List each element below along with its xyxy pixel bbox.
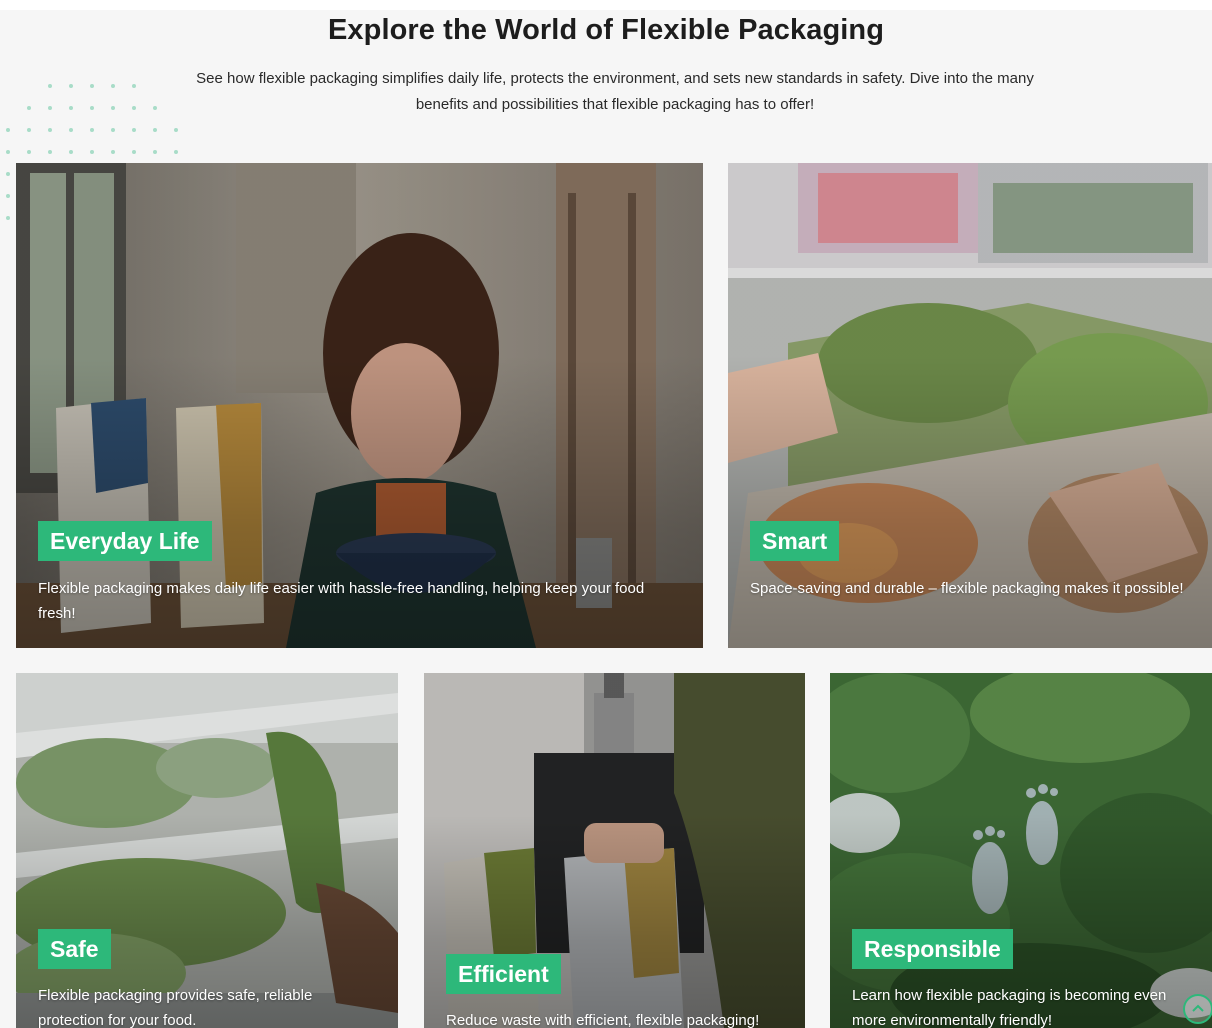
decorative-dot <box>132 150 136 154</box>
decorative-dot <box>48 128 52 132</box>
decorative-dot <box>6 172 10 176</box>
decorative-dot <box>6 150 10 154</box>
decorative-dot <box>6 194 10 198</box>
decorative-dot <box>90 106 94 110</box>
card-efficient[interactable]: Efficient Reduce waste with efficient, f… <box>424 673 805 1028</box>
decorative-dot <box>153 128 157 132</box>
decorative-dot <box>48 106 52 110</box>
decorative-dot <box>132 106 136 110</box>
decorative-dot <box>6 216 10 220</box>
card-description: Flexible packaging makes daily life easi… <box>38 580 645 622</box>
card-description: Learn how flexible packaging is becoming… <box>852 987 1167 1028</box>
card-everyday-life[interactable]: Everyday Life Flexible packaging makes d… <box>16 163 703 648</box>
decorative-dot <box>27 128 31 132</box>
decorative-dot <box>90 84 94 88</box>
decorative-dot <box>111 106 115 110</box>
decorative-dot <box>69 84 73 88</box>
section-title: Explore the World of Flexible Packaging <box>327 14 885 46</box>
decorative-dot <box>48 84 52 88</box>
card-smart[interactable]: Smart Space-saving and durable – flexibl… <box>728 163 1212 648</box>
card-title: Smart <box>750 521 840 561</box>
card-description: Flexible packaging provides safe, reliab… <box>38 987 313 1028</box>
card-description: Reduce waste with efficient, flexible pa… <box>446 1012 760 1028</box>
chevron-up-icon <box>1192 1004 1204 1012</box>
decorative-dot <box>69 150 73 154</box>
decorative-dot <box>111 150 115 154</box>
decorative-dot <box>90 150 94 154</box>
decorative-dot <box>153 106 157 110</box>
decorative-dot <box>6 128 10 132</box>
decorative-dot <box>111 84 115 88</box>
card-title: Responsible <box>852 929 1013 969</box>
card-title: Efficient <box>446 954 561 994</box>
decorative-dot <box>174 150 178 154</box>
decorative-dot <box>132 84 136 88</box>
decorative-dot <box>48 150 52 154</box>
decorative-dot <box>69 128 73 132</box>
decorative-dot <box>153 150 157 154</box>
section-subtitle: See how flexible packaging simplifies da… <box>196 70 1034 113</box>
decorative-dot <box>27 106 31 110</box>
decorative-dot <box>174 128 178 132</box>
decorative-dot <box>69 106 73 110</box>
card-safe[interactable]: Safe Flexible packaging provides safe, r… <box>16 673 398 1028</box>
decorative-dot <box>111 128 115 132</box>
card-description: Space-saving and durable – flexible pack… <box>750 580 1184 597</box>
top-strip <box>0 0 1212 10</box>
decorative-dot <box>132 128 136 132</box>
decorative-dot <box>90 128 94 132</box>
card-responsible[interactable]: Responsible Learn how flexible packaging… <box>830 673 1212 1028</box>
decorative-dot <box>27 150 31 154</box>
card-title: Safe <box>38 929 111 969</box>
card-title: Everyday Life <box>38 521 212 561</box>
scroll-to-top-button[interactable] <box>1183 994 1212 1024</box>
